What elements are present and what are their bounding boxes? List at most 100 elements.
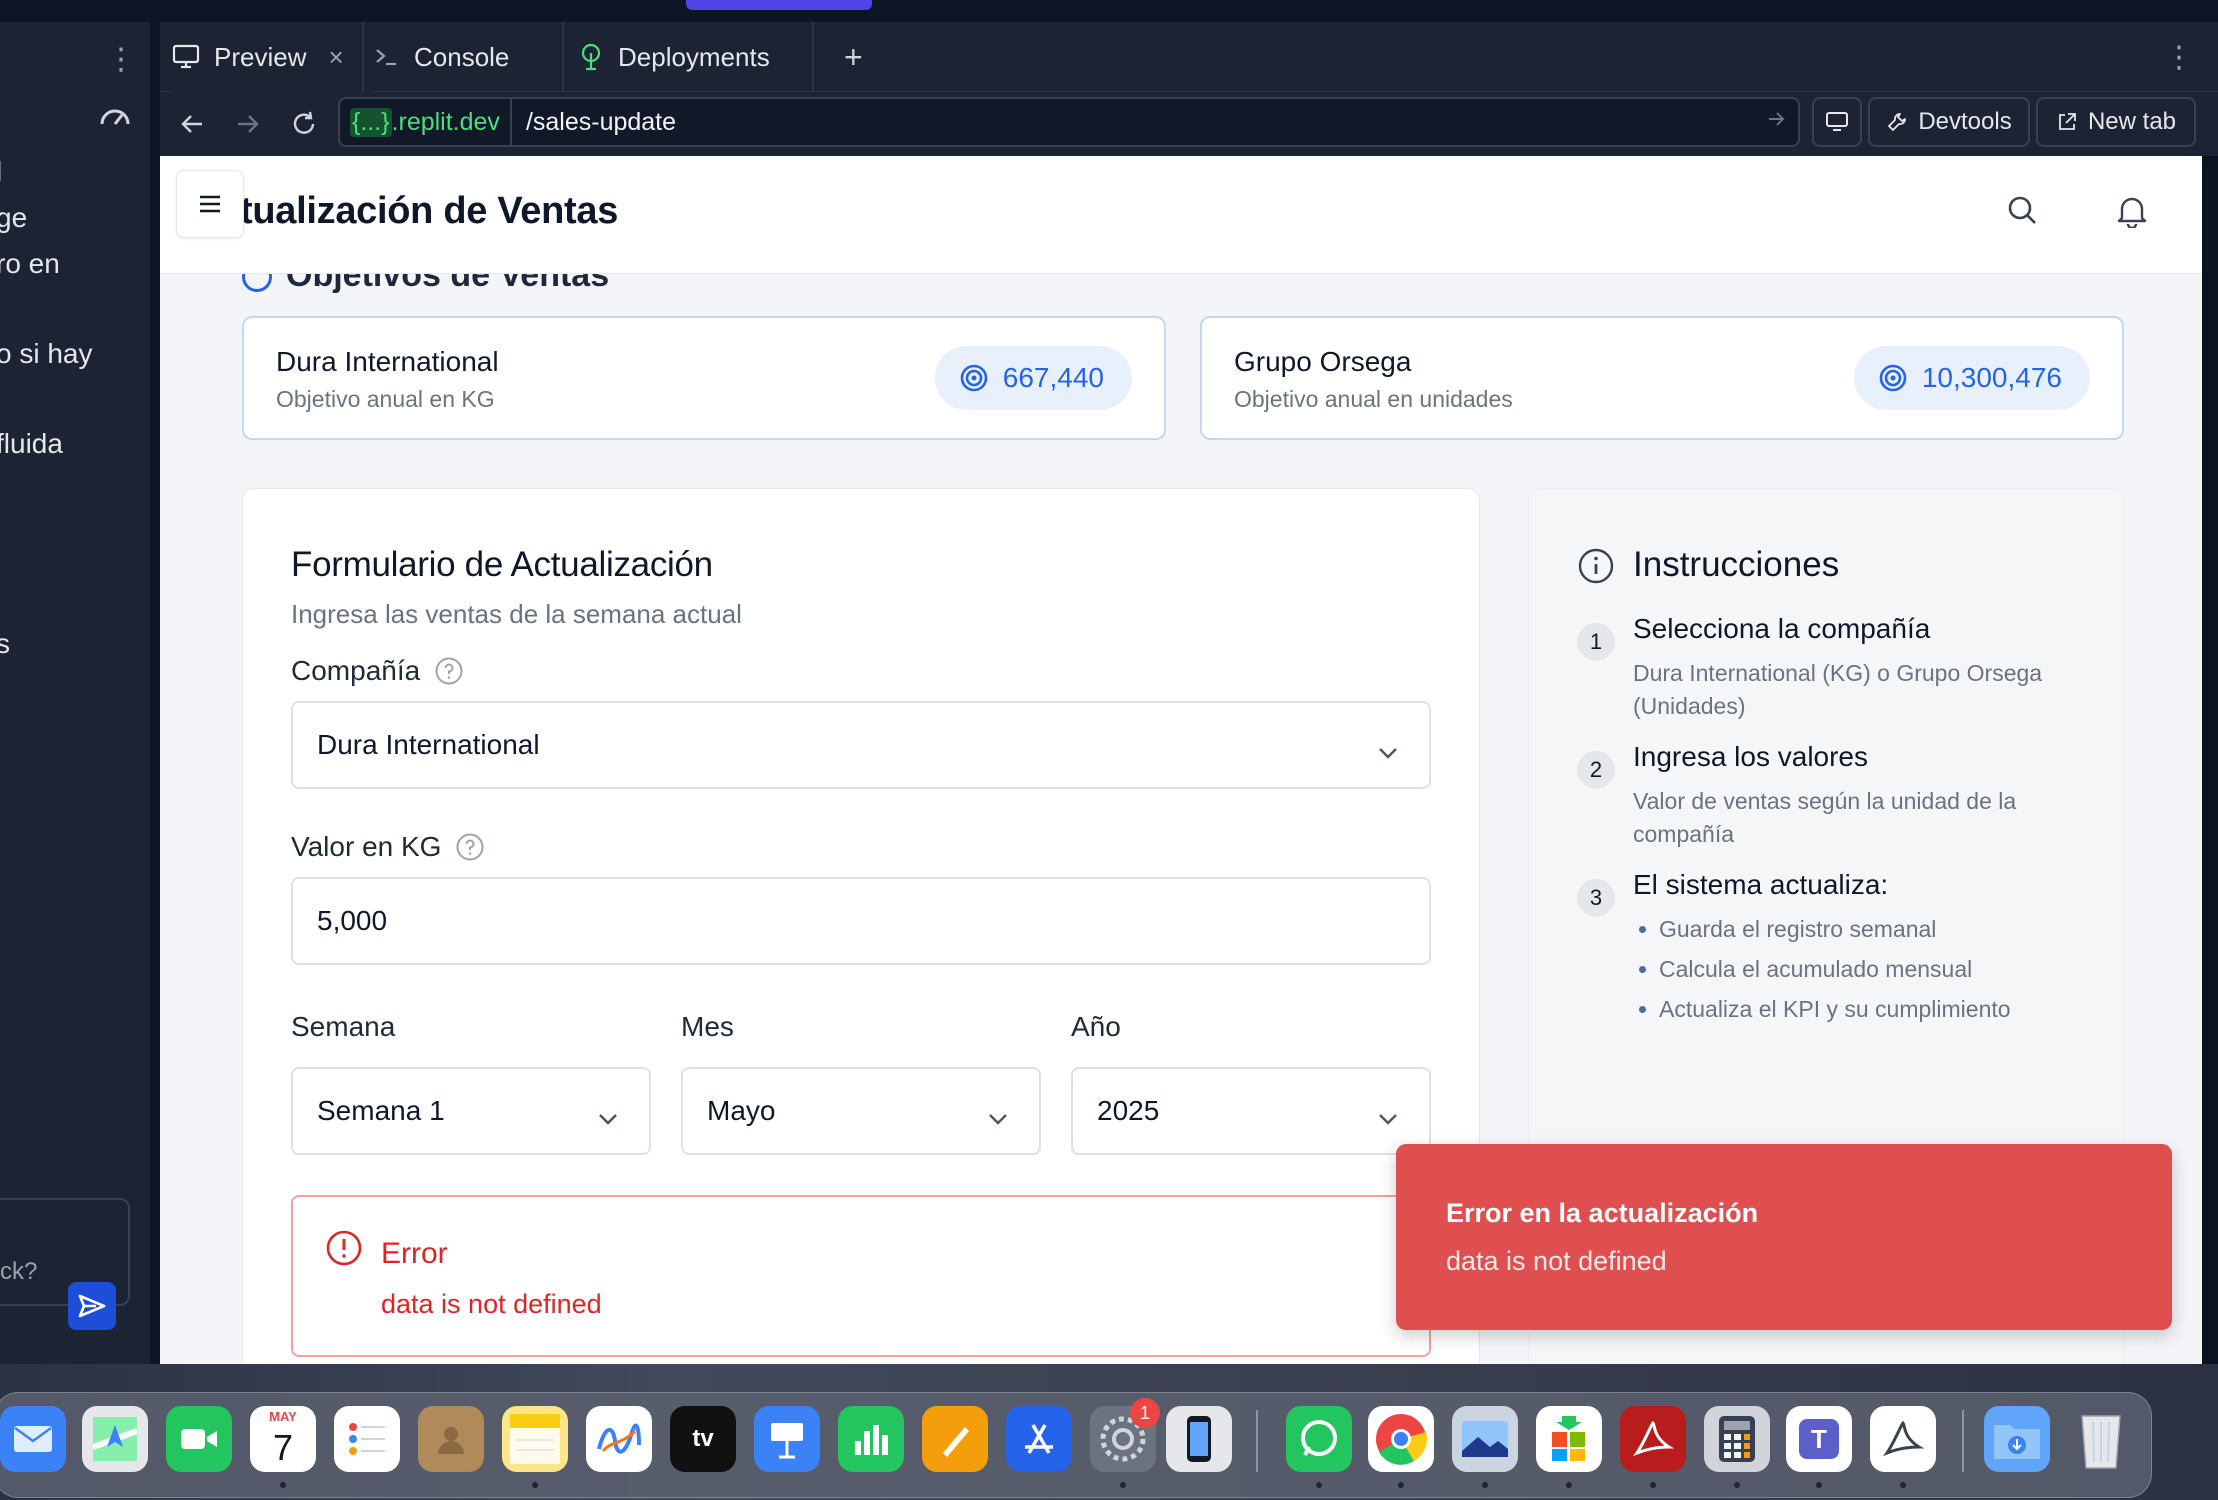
title-bar-indicator: [686, 0, 872, 10]
value-input[interactable]: 5,000: [291, 877, 1431, 965]
new-tab-button[interactable]: New tab: [2036, 97, 2196, 147]
kebab-menu-icon[interactable]: ⋮: [106, 42, 136, 78]
mail-icon[interactable]: [0, 1406, 66, 1472]
trash-icon[interactable]: [2068, 1406, 2134, 1472]
running-indicator: [532, 1482, 538, 1488]
step-description: Valor de ventas según la unidad de la co…: [1633, 788, 2017, 847]
acrobat-reader-icon[interactable]: [1870, 1406, 1936, 1472]
month-select-value: Mayo: [707, 1095, 776, 1126]
instruction-step: 2 Ingresa los valores Valor de ventas se…: [1577, 741, 2097, 847]
kpi-company: Grupo Orsega: [1234, 346, 1412, 377]
calendar-month: MAY: [250, 1408, 316, 1426]
pages-icon[interactable]: [922, 1406, 988, 1472]
form-title: Formulario de Actualización: [291, 545, 713, 584]
reminders-icon[interactable]: [334, 1406, 400, 1472]
update-form-card: Formulario de Actualización Ingresa las …: [242, 488, 1480, 1364]
form-subtitle: Ingresa las ventas de la semana actual: [291, 599, 742, 629]
calendar-icon[interactable]: MAY 7: [250, 1406, 316, 1472]
tab-deployments[interactable]: Deployments: [578, 22, 798, 92]
url-host: {...} .replit.dev: [340, 99, 512, 145]
help-icon[interactable]: [434, 656, 464, 686]
whatsapp-icon[interactable]: [1286, 1406, 1352, 1472]
gauge-icon[interactable]: [98, 104, 132, 137]
device-preview-button[interactable]: [1812, 97, 1862, 147]
chat-text-line: ro en: [0, 248, 60, 279]
step-number: 1: [1577, 623, 1615, 661]
week-select[interactable]: Semana 1: [291, 1067, 651, 1155]
iphone-mirroring-icon[interactable]: [1166, 1406, 1232, 1472]
value-label-text: Valor en KG: [291, 831, 442, 862]
office-installer-icon[interactable]: [1536, 1406, 1602, 1472]
company-select-value: Dura International: [317, 729, 540, 760]
downloads-folder-icon[interactable]: [1984, 1406, 2050, 1472]
numbers-icon[interactable]: [838, 1406, 904, 1472]
step-title: Ingresa los valores: [1633, 741, 1869, 772]
tab-divider: [812, 22, 814, 92]
chat-text-line: fluida: [0, 428, 63, 459]
target-icon: [1879, 364, 1907, 392]
calculator-icon[interactable]: [1704, 1406, 1770, 1472]
kpi-subtitle: Objetivo anual en unidades: [1234, 386, 1513, 412]
preview-app-icon[interactable]: [1452, 1406, 1518, 1472]
send-button[interactable]: [68, 1282, 116, 1330]
deployments-icon: [578, 43, 604, 71]
year-select[interactable]: 2025: [1071, 1067, 1431, 1155]
tab-deployments-label: Deployments: [618, 41, 770, 72]
company-select[interactable]: Dura International: [291, 701, 1431, 789]
keynote-icon[interactable]: [754, 1406, 820, 1472]
tab-preview[interactable]: Preview ×: [172, 22, 372, 92]
forward-button[interactable]: [226, 102, 270, 146]
step-number: 3: [1577, 879, 1615, 917]
app-store-icon[interactable]: [1006, 1406, 1072, 1472]
error-toast[interactable]: Error en la actualización data is not de…: [1396, 1144, 2172, 1330]
value-input-text: 5,000: [317, 905, 388, 936]
url-field[interactable]: {...} .replit.dev /sales-update: [338, 97, 1800, 147]
chat-text-line: s: [0, 628, 10, 659]
monitor-icon: [172, 44, 200, 70]
step-title: Selecciona la compañía: [1633, 613, 1931, 644]
tab-divider: [562, 22, 564, 92]
tab-console[interactable]: Console: [374, 22, 564, 92]
chat-text-line: o si hay: [0, 338, 93, 369]
facetime-icon[interactable]: [166, 1406, 232, 1472]
url-host-prefix: {...}: [350, 107, 392, 137]
running-indicator: [1120, 1482, 1126, 1488]
kpi-subtitle: Objetivo anual en KG: [276, 386, 495, 412]
chrome-icon[interactable]: [1368, 1406, 1434, 1472]
freeform-icon[interactable]: [586, 1406, 652, 1472]
chevron-down-icon: [597, 1101, 619, 1133]
devtools-button[interactable]: Devtools: [1868, 97, 2030, 147]
tab-divider: [362, 22, 364, 92]
calendar-day: 7: [272, 1427, 294, 1468]
apple-tv-icon[interactable]: tv: [670, 1406, 736, 1472]
teams-icon[interactable]: T: [1786, 1406, 1852, 1472]
running-indicator: [1398, 1482, 1404, 1488]
add-tab-button[interactable]: +: [844, 22, 884, 92]
error-title: Error: [381, 1237, 448, 1270]
back-button[interactable]: [170, 102, 214, 146]
tabbar-kebab-icon[interactable]: ⋮: [2164, 22, 2194, 92]
kpi-value-badge: 667,440: [934, 346, 1132, 410]
chevron-down-icon: [1377, 735, 1399, 767]
go-arrow-icon[interactable]: [1766, 109, 1786, 134]
help-icon[interactable]: [455, 832, 485, 862]
bell-icon[interactable]: [2116, 194, 2148, 233]
external-link-icon: [2059, 113, 2076, 130]
wrench-icon: [1888, 113, 1907, 131]
menu-button[interactable]: [176, 170, 244, 238]
contacts-icon[interactable]: [418, 1406, 484, 1472]
acrobat-icon[interactable]: [1620, 1406, 1686, 1472]
address-bar: {...} .replit.dev /sales-update Devtools …: [160, 92, 2218, 156]
close-tab-icon[interactable]: ×: [328, 42, 343, 73]
tab-bar: Preview × Console Deployments + ⋮: [160, 22, 2218, 92]
notes-icon[interactable]: [502, 1406, 568, 1472]
chat-text-line: l: [0, 156, 2, 188]
search-icon[interactable]: [2006, 194, 2038, 231]
month-select[interactable]: Mayo: [681, 1067, 1041, 1155]
maps-icon[interactable]: [82, 1406, 148, 1472]
year-select-value: 2025: [1097, 1095, 1160, 1126]
devtools-label: Devtools: [1918, 108, 2012, 135]
reload-button[interactable]: [282, 102, 326, 146]
url-host-suffix: .replit.dev: [391, 107, 500, 136]
chevron-down-icon: [1377, 1101, 1399, 1133]
